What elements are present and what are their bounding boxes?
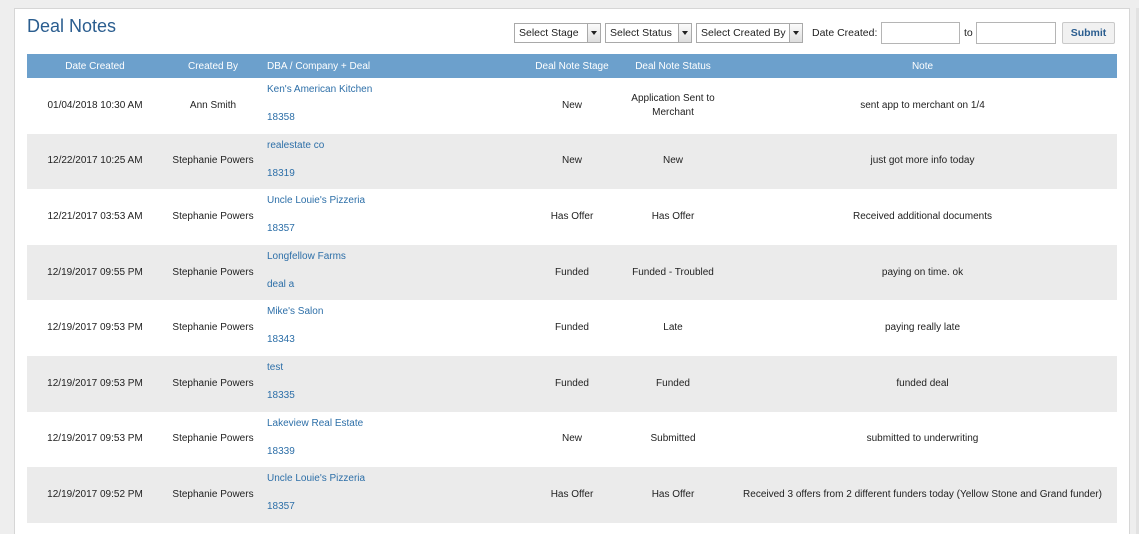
header-status[interactable]: Deal Note Status	[618, 54, 728, 78]
note-cell: paying on time. ok	[881, 266, 964, 278]
date-cell: 12/19/2017 09:53 PM	[47, 433, 143, 445]
created-by-cell: Stephanie Powers	[172, 155, 254, 167]
chevron-down-icon	[678, 24, 691, 42]
page-title: Deal Notes	[27, 16, 117, 36]
deal-link[interactable]: 18357	[267, 222, 522, 236]
date-cell: 12/19/2017 09:53 PM	[47, 322, 143, 334]
created-by-cell: Ann Smith	[189, 99, 237, 111]
note-cell: funded deal	[896, 377, 949, 389]
deal-link[interactable]: 18343	[267, 333, 522, 347]
note-cell: sent app to merchant on 1/4	[860, 99, 985, 111]
date-cell: 12/22/2017 10:25 AM	[47, 155, 143, 167]
stage-select[interactable]: Select Stage	[514, 23, 601, 43]
created-by-select-label: Select Created By	[701, 27, 786, 39]
deal-cell: Uncle Louie's Pizzeria 18357	[263, 467, 526, 523]
company-link[interactable]: realestate co	[267, 139, 522, 153]
status-cell: Has Offer	[651, 488, 695, 500]
status-cell: Funded	[656, 377, 690, 389]
status-cell: New	[662, 155, 683, 167]
deal-link[interactable]: 18358	[267, 111, 522, 125]
status-select-label: Select Status	[610, 27, 672, 39]
stage-cell: Funded	[555, 322, 589, 334]
table-row: 12/19/2017 09:53 PM Stephanie Powers Lak…	[27, 412, 1117, 468]
header-date-created[interactable]: Date Created	[27, 54, 163, 78]
company-link[interactable]: Mike's Salon	[267, 305, 522, 319]
chevron-down-icon	[587, 24, 600, 42]
stage-cell: Has Offer	[550, 488, 594, 500]
date-from-input[interactable]	[881, 22, 960, 44]
deal-link[interactable]: deal a	[267, 278, 522, 292]
note-cell: submitted to underwriting	[866, 433, 979, 445]
deal-notes-table: Date Created Created By DBA / Company + …	[27, 54, 1117, 523]
table-row: 12/19/2017 09:52 PM Stephanie Powers Unc…	[27, 467, 1117, 523]
deal-link[interactable]: 18319	[267, 167, 522, 181]
date-cell: 12/19/2017 09:55 PM	[47, 266, 143, 278]
table-header-row: Date Created Created By DBA / Company + …	[27, 54, 1117, 78]
header-deal[interactable]: DBA / Company + Deal	[263, 54, 526, 78]
deal-link[interactable]: 18357	[267, 500, 522, 514]
table-row: 12/21/2017 03:53 AM Stephanie Powers Unc…	[27, 189, 1117, 245]
created-by-cell: Stephanie Powers	[172, 377, 254, 389]
chevron-down-icon	[789, 24, 802, 42]
note-cell: paying really late	[884, 322, 961, 334]
created-by-select[interactable]: Select Created By	[696, 23, 803, 43]
created-by-cell: Stephanie Powers	[172, 322, 254, 334]
date-cell: 12/19/2017 09:53 PM	[47, 377, 143, 389]
company-link[interactable]: Ken's American Kitchen	[267, 83, 522, 97]
deal-link[interactable]: 18339	[267, 445, 522, 459]
table-row: 12/19/2017 09:53 PM Stephanie Powers tes…	[27, 355, 1117, 412]
stage-cell: New	[561, 433, 582, 445]
status-cell: Application Sent to Merchant	[631, 92, 715, 118]
deal-link[interactable]: 18335	[267, 389, 522, 403]
header-stage[interactable]: Deal Note Stage	[526, 54, 618, 78]
deal-cell: test 18335	[263, 356, 526, 412]
deal-cell: Mike's Salon 18343	[263, 300, 526, 356]
note-cell: just got more info today	[870, 155, 975, 167]
company-link[interactable]: test	[267, 361, 522, 375]
company-link[interactable]: Uncle Louie's Pizzeria	[267, 472, 522, 486]
status-cell: Late	[663, 322, 683, 334]
note-cell: Received additional documents	[853, 210, 992, 222]
status-select[interactable]: Select Status	[605, 23, 692, 43]
company-link[interactable]: Lakeview Real Estate	[267, 417, 522, 431]
header-note[interactable]: Note	[728, 54, 1117, 78]
company-link[interactable]: Uncle Louie's Pizzeria	[267, 194, 522, 208]
stage-cell: Has Offer	[550, 210, 594, 222]
created-by-cell: Stephanie Powers	[172, 488, 254, 500]
table-row: 01/04/2018 10:30 AM Ann Smith Ken's Amer…	[27, 78, 1117, 134]
stage-cell: Funded	[555, 377, 589, 389]
created-by-cell: Stephanie Powers	[172, 210, 254, 222]
deal-notes-panel: Deal Notes Select Stage Select Status Se…	[14, 8, 1130, 534]
status-cell: Submitted	[650, 433, 696, 445]
stage-select-label: Select Stage	[519, 27, 579, 39]
status-cell: Has Offer	[651, 210, 695, 222]
note-cell: Received 3 offers from 2 different funde…	[743, 488, 1102, 500]
deal-cell: Lakeview Real Estate 18339	[263, 412, 526, 468]
deal-cell: Longfellow Farms deal a	[263, 245, 526, 301]
date-cell: 12/19/2017 09:52 PM	[47, 488, 143, 500]
created-by-cell: Stephanie Powers	[172, 266, 254, 278]
deal-cell: Uncle Louie's Pizzeria 18357	[263, 189, 526, 245]
date-to-input[interactable]	[976, 22, 1056, 44]
date-created-label: Date Created:	[812, 27, 878, 39]
date-cell: 12/21/2017 03:53 AM	[47, 210, 143, 222]
table-row: 12/19/2017 09:53 PM Stephanie Powers Mik…	[27, 300, 1117, 356]
stage-cell: New	[561, 155, 582, 167]
submit-button[interactable]: Submit	[1062, 22, 1115, 44]
stage-cell: New	[561, 99, 582, 111]
stage-cell: Funded	[555, 266, 589, 278]
created-by-cell: Stephanie Powers	[172, 433, 254, 445]
date-cell: 01/04/2018 10:30 AM	[47, 99, 143, 111]
table-row: 12/22/2017 10:25 AM Stephanie Powers rea…	[27, 133, 1117, 190]
date-to-label: to	[964, 27, 973, 39]
deal-cell: realestate co 18319	[263, 134, 526, 190]
deal-cell: Ken's American Kitchen 18358	[263, 78, 526, 134]
table-row: 12/19/2017 09:55 PM Stephanie Powers Lon…	[27, 244, 1117, 301]
company-link[interactable]: Longfellow Farms	[267, 250, 522, 264]
status-cell: Funded - Troubled	[632, 266, 714, 278]
header-created-by[interactable]: Created By	[163, 54, 263, 78]
